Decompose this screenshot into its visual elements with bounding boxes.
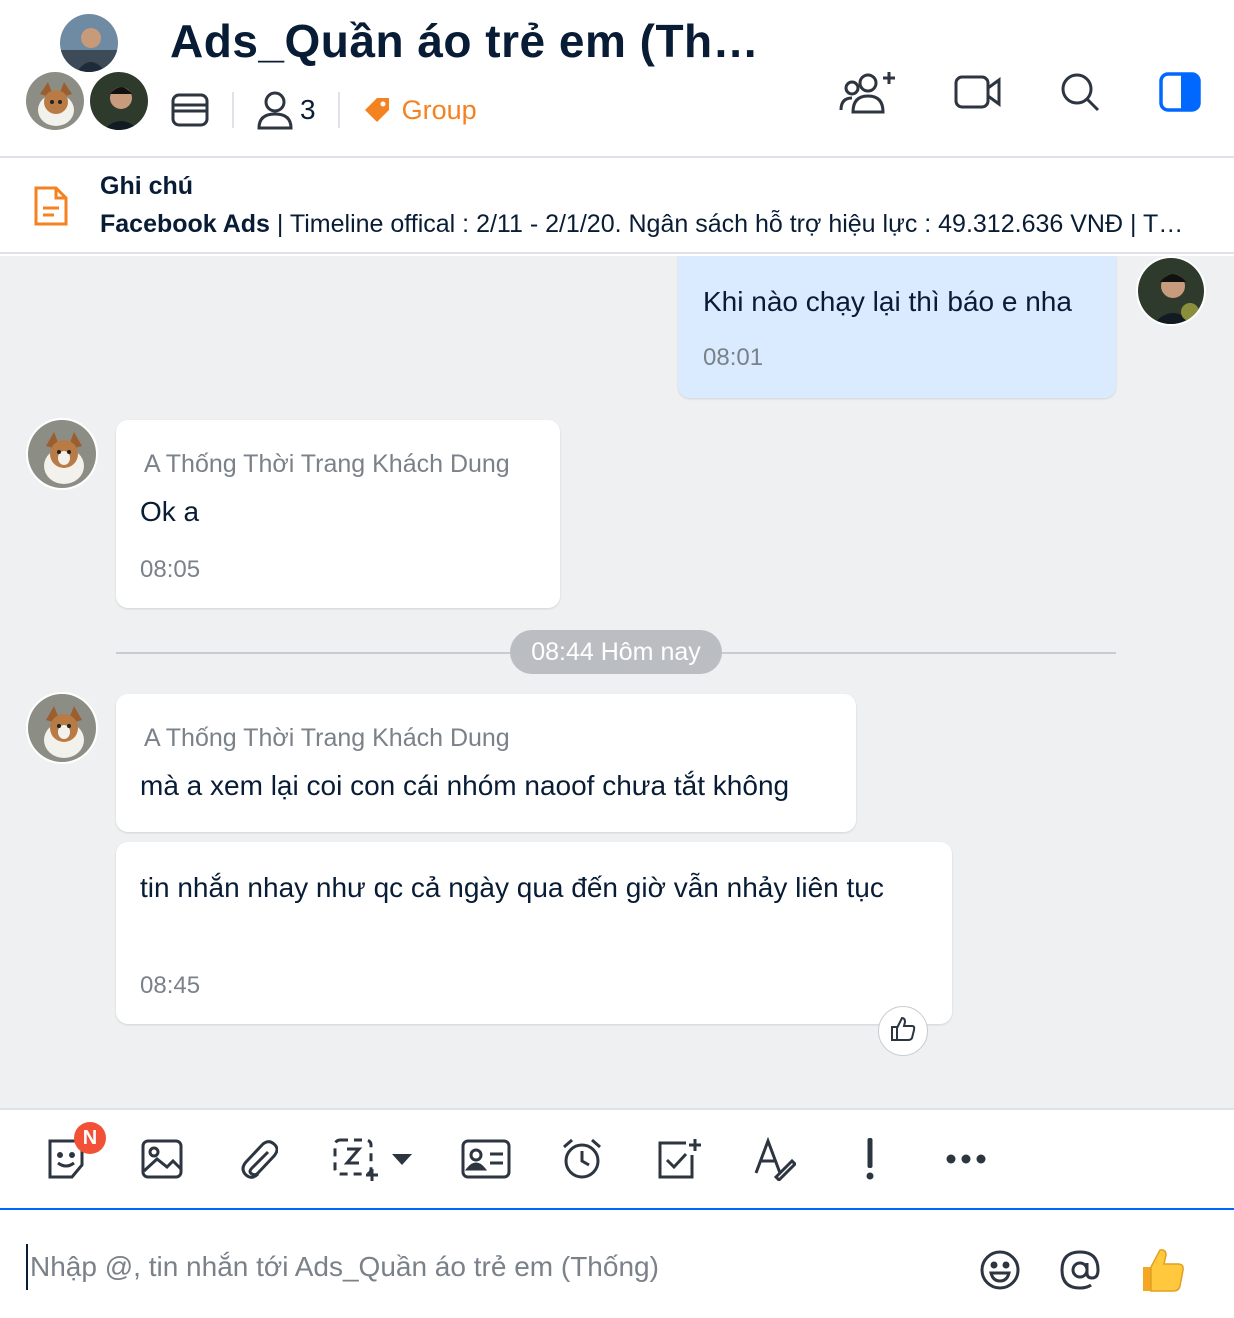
add-member-icon [839,70,897,119]
attachment-button[interactable] [228,1134,288,1188]
message-time: 08:01 [703,344,764,371]
message-text: Ok a [140,496,200,527]
sidebar-toggle-button[interactable] [1150,66,1210,122]
message-time: 08:05 [140,556,201,583]
sender-avatar[interactable] [26,692,98,764]
sender-avatar[interactable] [26,418,98,490]
more-icon [945,1152,987,1170]
message-bubble-incoming[interactable]: A Thống Thời Trang Khách Dung mà a xem l… [116,694,856,832]
contact-card-button[interactable] [456,1134,516,1188]
message-bubble-incoming[interactable]: tin nhắn nhay như qc cả ngày qua đến giờ… [116,842,952,1024]
task-button[interactable] [648,1134,708,1188]
sender-name: A Thống Thời Trang Khách Dung [144,450,510,478]
conversation-subinfo: 3 Group [170,86,477,134]
task-icon [654,1137,702,1186]
screenshot-options-dropdown[interactable] [374,1134,430,1188]
group-tag-label[interactable]: Group [402,95,477,126]
my-avatar[interactable] [1136,256,1206,326]
search-icon [1060,72,1100,117]
image-button[interactable] [132,1134,192,1188]
member-count[interactable]: 3 [300,94,316,126]
note-icon [32,184,70,233]
attachment-icon [238,1138,279,1185]
search-button[interactable] [1050,66,1110,122]
conversation-header: Ads_Quần áo trẻ em (Th… 3 Group [0,0,1234,158]
date-divider: 08:44 Hôm nay [510,630,722,674]
pinned-note[interactable]: Ghi chú Facebook Ads | Timeline offical … [0,160,1234,254]
video-call-button[interactable] [948,66,1008,122]
note-text: | Timeline offical : 2/11 - 2/1/20. Ngân… [269,210,1184,238]
sender-name: A Thống Thời Trang Khách Dung [144,724,510,752]
image-icon [141,1139,183,1184]
screenshot-icon [332,1137,380,1186]
text-format-icon [752,1136,798,1186]
mention-icon [1059,1249,1101,1296]
members-icon[interactable] [256,90,294,130]
emoji-icon [979,1249,1021,1296]
sidebar-toggle-icon [1159,71,1201,117]
caret-down-icon [391,1152,413,1171]
note-title: Ghi chú [100,172,194,200]
thumbs-up-icon [889,1015,917,1048]
mention-button[interactable] [1052,1244,1108,1300]
composer-toolbar: N [0,1108,1234,1210]
thumbs-up-icon [1139,1247,1185,1298]
member-avatar-3 [88,70,150,132]
reminder-icon [560,1137,604,1186]
urgent-button[interactable] [840,1134,900,1188]
message-bubble-outgoing[interactable]: Khi nào chạy lại thì báo e nha 08:01 [678,256,1116,398]
text-format-button[interactable] [744,1134,804,1188]
divider [337,92,340,128]
message-text: Khi nào chạy lại thì báo e nha [703,286,1072,317]
video-call-icon [954,74,1002,115]
tag-icon[interactable] [362,95,392,125]
reminder-button[interactable] [552,1134,612,1188]
contact-card-icon [461,1139,511,1184]
more-button[interactable] [936,1134,996,1188]
sticker-badge: N [74,1122,106,1154]
quick-like-button[interactable] [1134,1244,1190,1300]
message-text: mà a xem lại coi con cái nhóm naoof chưa… [140,770,790,801]
react-button[interactable] [878,1006,928,1056]
message-input[interactable] [26,1244,946,1290]
message-time: 08:45 [140,972,201,999]
card-icon[interactable] [170,91,210,129]
add-member-button[interactable] [838,66,898,122]
emoji-button[interactable] [972,1244,1028,1300]
member-avatar-1 [58,12,120,74]
note-bold-prefix: Facebook Ads [100,210,270,238]
message-bubble-incoming[interactable]: A Thống Thời Trang Khách Dung Ok a 08:05 [116,420,560,608]
conversation-title: Ads_Quần áo trẻ em (Th… [170,15,760,67]
note-body: Facebook Ads | Timeline offical : 2/11 -… [100,210,1190,239]
message-composer [0,1212,1234,1318]
member-avatar-2 [24,70,86,132]
message-text: tin nhắn nhay như qc cả ngày qua đến giờ… [140,872,884,903]
message-list[interactable]: Khi nào chạy lại thì báo e nha 08:01 A T… [0,256,1234,1108]
divider [232,92,234,128]
urgent-icon [864,1137,876,1185]
